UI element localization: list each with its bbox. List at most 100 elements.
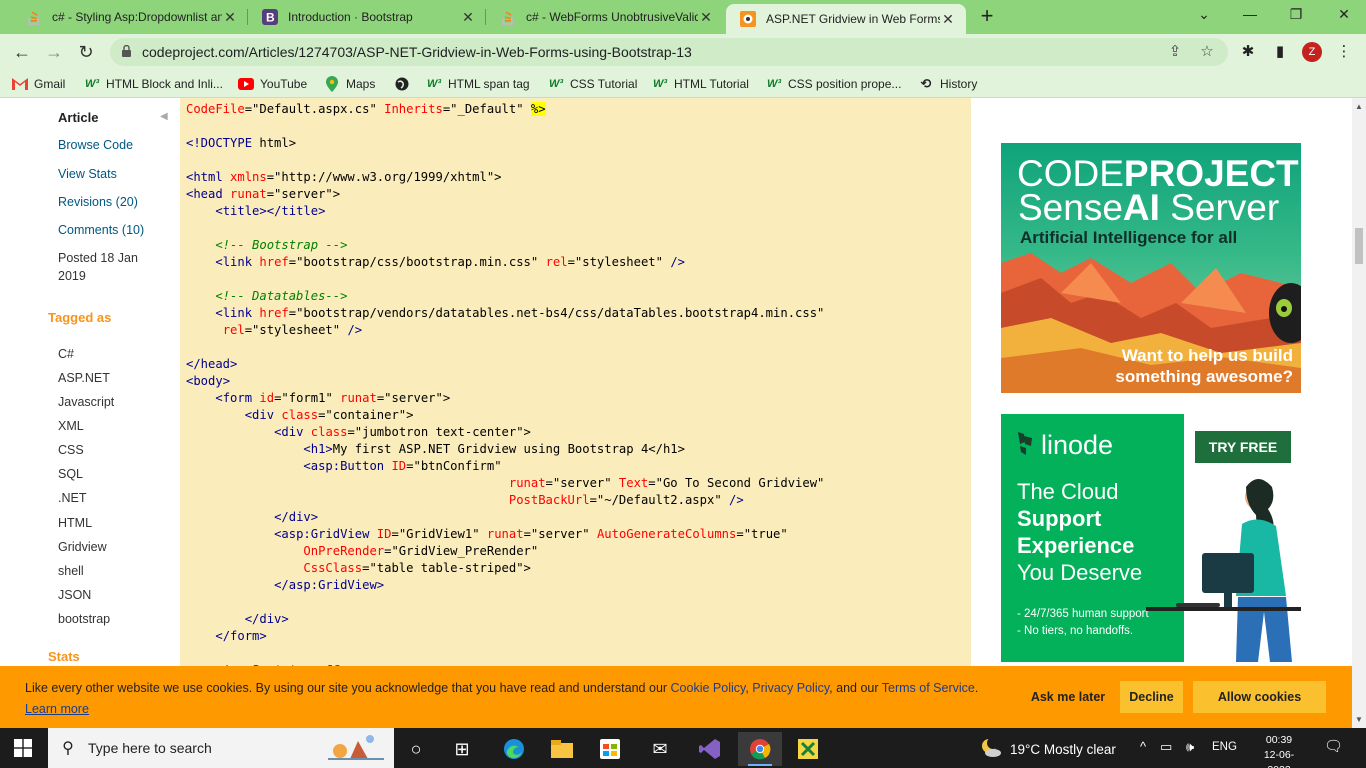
allow-cookies-button[interactable]: Allow cookies — [1193, 681, 1326, 713]
code-line: PostBackUrl="~/Default2.aspx" /> — [508, 493, 744, 507]
menu-icon[interactable]: ⋮ — [1334, 42, 1354, 62]
tab-1[interactable]: c# - Styling Asp:Dropdownlist an ✕ — [12, 0, 248, 34]
tag-item[interactable]: Gridview — [58, 540, 107, 554]
taskbar-search-box[interactable]: ⚲ Type here to search — [48, 728, 394, 768]
tag-item[interactable]: shell — [58, 564, 84, 578]
bookmark-html-block[interactable]: W³ HTML Block and Inli... — [84, 76, 223, 92]
link-view-stats[interactable]: View Stats — [58, 167, 117, 181]
close-tab-icon[interactable]: ✕ — [698, 9, 714, 26]
close-tab-icon[interactable]: ✕ — [940, 11, 956, 28]
network-icon[interactable]: ▭ — [1160, 739, 1172, 755]
tab-3[interactable]: c# - WebForms UnobtrusiveValid ✕ — [486, 0, 724, 34]
profile-avatar[interactable]: Z — [1302, 42, 1322, 62]
ad1-tagline: Artificial Intelligence for all — [1020, 228, 1238, 247]
tag-item[interactable]: .NET — [58, 491, 86, 505]
linode-ad[interactable]: linode TRY FREE The Cloud Support Experi… — [1001, 414, 1301, 662]
side-panel-icon[interactable]: ▮ — [1270, 42, 1290, 62]
code-line: CodeFile="Default.aspx.cs" Inherits="_De… — [186, 102, 546, 116]
taskbar-clock[interactable]: 00:39 12-06-2022 — [1256, 733, 1302, 768]
snipping-tool-icon[interactable] — [786, 732, 830, 766]
minimize-button[interactable]: — — [1238, 6, 1262, 26]
link-revisions[interactable]: Revisions (20) — [58, 195, 138, 209]
bookmark-history[interactable]: ⟲ History — [918, 76, 978, 92]
tab-4-active[interactable]: ASP.NET Gridview in Web Forms ✕ — [726, 4, 966, 34]
widgets-icon[interactable]: ⊞ — [440, 732, 484, 766]
notifications-icon[interactable]: 🗨 — [1324, 737, 1343, 755]
scroll-down-icon[interactable]: ▼ — [1355, 715, 1363, 724]
address-bar[interactable]: codeproject.com/Articles/1274703/ASP-NET… — [110, 38, 1228, 66]
forward-icon[interactable]: → — [42, 40, 66, 64]
collapse-sidebar-icon[interactable]: ◀ — [160, 111, 168, 122]
task-view-icon[interactable]: ○ — [394, 732, 438, 766]
code-line: OnPreRender="GridView_PreRender" — [303, 544, 539, 558]
bookmark-maps[interactable]: Maps — [324, 76, 375, 92]
tab-strip: c# - Styling Asp:Dropdownlist an ✕ B Int… — [0, 0, 1366, 34]
tag-item[interactable]: bootstrap — [58, 612, 110, 626]
link-comments[interactable]: Comments (10) — [58, 223, 144, 237]
mail-icon[interactable]: ✉ — [638, 732, 682, 766]
tag-item[interactable]: SQL — [58, 467, 83, 481]
show-hidden-icons[interactable]: ^ — [1140, 739, 1146, 754]
tag-item[interactable]: JSON — [58, 588, 91, 602]
bookmark-youtube[interactable]: YouTube — [238, 76, 307, 92]
decline-button[interactable]: Decline — [1120, 681, 1183, 713]
page-scrollbar[interactable]: ▲ ▼ — [1352, 98, 1366, 728]
codeproject-senseai-ad[interactable]: CODEPROJECT SenseAI Server Artificial In… — [1001, 143, 1301, 393]
code-line: <div class="jumbotron text-center"> — [274, 425, 531, 439]
ask-me-later-button[interactable]: Ask me later — [1024, 681, 1112, 713]
reload-icon[interactable]: ↻ — [74, 40, 98, 64]
edge-icon[interactable] — [492, 732, 536, 766]
tag-item[interactable]: C# — [58, 347, 74, 361]
extensions-icon[interactable]: ✱ — [1238, 42, 1258, 62]
new-tab-button[interactable]: + — [976, 4, 998, 30]
learn-more-link[interactable]: Learn more — [25, 702, 89, 716]
volume-icon[interactable]: 🕪 — [1186, 739, 1194, 755]
code-line: <head runat="server"> — [186, 187, 341, 201]
lock-icon — [122, 45, 131, 57]
cookie-policy-link[interactable]: Cookie Policy — [671, 681, 746, 695]
store-icon[interactable] — [588, 732, 632, 766]
tab-search-icon[interactable]: ⌄ — [1192, 6, 1216, 26]
visual-studio-icon[interactable] — [688, 732, 732, 766]
privacy-policy-link[interactable]: Privacy Policy — [752, 681, 829, 695]
tag-item[interactable]: CSS — [58, 443, 84, 457]
language-indicator[interactable]: ENG — [1212, 741, 1237, 753]
link-browse-code[interactable]: Browse Code — [58, 138, 133, 152]
w3schools-icon: W³ — [84, 78, 100, 90]
bookmark-html-tutorial[interactable]: W³ HTML Tutorial — [652, 76, 749, 92]
bookmark-star-icon[interactable]: ☆ — [1198, 43, 1216, 61]
chrome-icon[interactable] — [738, 732, 782, 766]
scroll-up-icon[interactable]: ▲ — [1355, 102, 1363, 111]
ads-column: CODEPROJECT SenseAI Server Artificial In… — [971, 98, 1352, 668]
bookmark-globe[interactable] — [394, 76, 416, 92]
bookmark-html-span[interactable]: W³ HTML span tag — [426, 76, 530, 92]
tag-item[interactable]: Javascript — [58, 395, 114, 409]
terms-of-service-link[interactable]: Terms of Service — [882, 681, 975, 695]
scrollbar-thumb[interactable] — [1355, 228, 1363, 264]
tag-item[interactable]: HTML — [58, 516, 92, 530]
windows-start-icon[interactable] — [14, 739, 32, 757]
tag-item[interactable]: XML — [58, 419, 84, 433]
url-text[interactable]: codeproject.com/Articles/1274703/ASP-NET… — [142, 44, 692, 60]
tab-2[interactable]: B Introduction · Bootstrap ✕ — [248, 0, 486, 34]
restore-button[interactable]: ❐ — [1284, 6, 1308, 26]
browser-toolbar: ← → ↻ codeproject.com/Articles/1274703/A… — [0, 34, 1366, 70]
back-icon[interactable]: ← — [10, 40, 34, 64]
code-line: <h1>My first ASP.NET Gridview using Boot… — [303, 442, 685, 456]
close-window-button[interactable]: ✕ — [1332, 6, 1356, 26]
weather-widget[interactable]: 19°C Mostly clear — [980, 737, 1116, 762]
code-line: <!-- Datatables--> — [186, 289, 348, 303]
tag-item[interactable]: ASP.NET — [58, 371, 110, 385]
svg-text:B: B — [266, 11, 275, 25]
file-explorer-icon[interactable] — [540, 732, 584, 766]
close-tab-icon[interactable]: ✕ — [222, 9, 238, 26]
code-line: <link href="bootstrap/css/bootstrap.min.… — [215, 255, 685, 269]
bookmark-css-tutorial[interactable]: W³ CSS Tutorial — [548, 76, 637, 92]
bookmark-gmail[interactable]: Gmail — [12, 76, 65, 92]
close-tab-icon[interactable]: ✕ — [460, 9, 476, 26]
try-free-button[interactable]: TRY FREE — [1195, 431, 1291, 463]
bookmark-css-position[interactable]: W³ CSS position prope... — [766, 76, 901, 92]
ad2-logo: linode — [1015, 430, 1113, 461]
share-icon[interactable]: ⇪ — [1166, 43, 1184, 61]
